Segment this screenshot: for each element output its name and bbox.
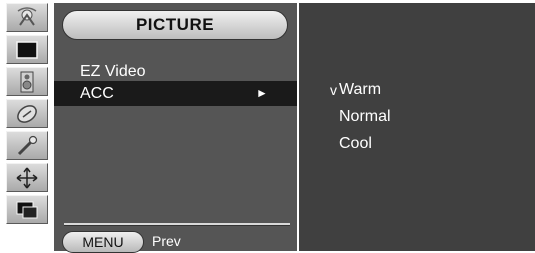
station-icon <box>17 6 37 26</box>
acc-options-panel: v Warm Normal Cool <box>299 3 535 251</box>
check-icon: v <box>330 82 337 98</box>
panel-divider <box>64 223 290 226</box>
station-menu-button[interactable] <box>6 3 48 32</box>
time-menu-button[interactable] <box>6 99 48 128</box>
option-menu-button[interactable] <box>6 131 48 160</box>
option-label: Cool <box>339 135 372 152</box>
position-icon <box>16 167 38 188</box>
menu-icon-strip <box>6 3 48 251</box>
wrench-icon <box>17 135 38 155</box>
menu-key-button[interactable]: MENU <box>62 231 144 253</box>
submenu-arrow-icon: ► <box>256 86 268 100</box>
option-label: Normal <box>339 108 391 125</box>
picture-menu-panel: PICTURE EZ Video ACC ► MENU Prev <box>54 3 297 253</box>
time-icon <box>17 104 37 123</box>
screen-position-menu-button[interactable] <box>6 163 48 192</box>
picture-menu-button[interactable] <box>6 35 48 64</box>
screen-icon <box>16 40 38 59</box>
menu-item-acc[interactable]: ACC ► <box>54 81 297 106</box>
menu-title: PICTURE <box>62 10 288 40</box>
speaker-icon <box>20 71 34 92</box>
osd-menu: PICTURE EZ Video ACC ► MENU Prev v Warm … <box>0 0 535 253</box>
option-normal[interactable]: Normal <box>299 108 535 130</box>
option-warm[interactable]: v Warm <box>299 81 535 103</box>
menu-item-label: EZ Video <box>80 62 146 80</box>
pip-icon <box>16 201 38 218</box>
pip-menu-button[interactable] <box>6 195 48 224</box>
option-label: Warm <box>339 81 382 98</box>
sound-menu-button[interactable] <box>6 67 48 96</box>
prev-hint: Prev <box>152 233 181 249</box>
option-cool[interactable]: Cool <box>299 135 535 157</box>
menu-item-label: ACC <box>80 84 114 102</box>
